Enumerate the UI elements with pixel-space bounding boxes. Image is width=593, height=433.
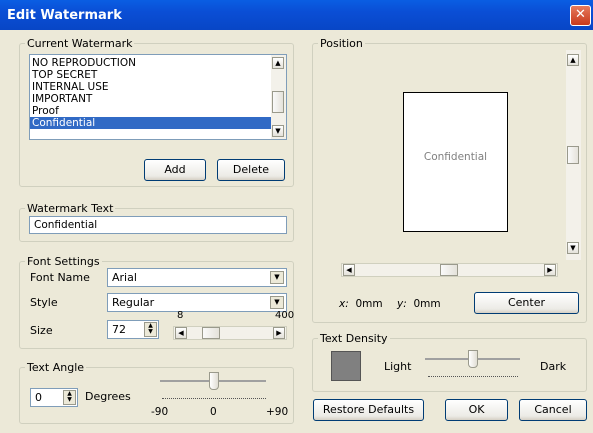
delete-button[interactable]: Delete bbox=[217, 159, 285, 181]
size-scrollbar[interactable]: ◀ ▶ bbox=[173, 326, 287, 340]
watermark-listbox[interactable]: NO REPRODUCTION TOP SECRET INTERNAL USE IMP… bbox=[29, 54, 287, 140]
horizontal-scroll-thumb[interactable] bbox=[440, 264, 458, 276]
y-value: 0mm bbox=[413, 298, 441, 310]
font-name-value: Arial bbox=[112, 271, 137, 284]
style-label: Style bbox=[30, 296, 58, 309]
watermark-text-label: Watermark Text bbox=[25, 202, 116, 215]
list-item[interactable]: TOP SECRET bbox=[30, 69, 272, 81]
vertical-scroll-thumb[interactable] bbox=[567, 146, 579, 164]
restore-defaults-label: Restore Defaults bbox=[322, 403, 415, 416]
ok-button[interactable]: OK bbox=[445, 399, 508, 421]
density-swatch bbox=[331, 351, 361, 381]
scroll-up-icon[interactable]: ▲ bbox=[567, 54, 579, 66]
text-angle-label: Text Angle bbox=[25, 361, 87, 374]
current-watermark-label: Current Watermark bbox=[25, 37, 135, 50]
title-bar: Edit Watermark bbox=[0, 0, 593, 30]
restore-defaults-button[interactable]: Restore Defaults bbox=[313, 399, 424, 421]
style-value: Regular bbox=[112, 296, 155, 309]
density-slider-ticks bbox=[428, 374, 518, 377]
list-item[interactable]: Proof bbox=[30, 105, 272, 117]
ok-button-label: OK bbox=[468, 403, 485, 416]
size-spinner[interactable]: ▲ ▼ bbox=[144, 322, 157, 337]
add-button[interactable]: Add bbox=[144, 159, 206, 181]
angle-spinner[interactable]: ▲ ▼ bbox=[63, 390, 76, 405]
scroll-thumb[interactable] bbox=[272, 91, 284, 113]
angle-scale-max: +90 bbox=[266, 406, 289, 418]
close-button[interactable]: ✕ bbox=[570, 5, 591, 26]
angle-scale-min: -90 bbox=[151, 406, 169, 418]
scroll-down-icon[interactable]: ▼ bbox=[567, 242, 579, 254]
cancel-button[interactable]: Cancel bbox=[519, 399, 587, 421]
position-vertical-scrollbar[interactable]: ▲ ▼ bbox=[566, 50, 581, 260]
cancel-button-label: Cancel bbox=[534, 403, 572, 416]
size-max-label: 400 bbox=[275, 310, 295, 321]
size-value: 72 bbox=[112, 323, 126, 336]
style-dropdown[interactable]: Regular ▼ bbox=[107, 293, 287, 312]
density-slider-thumb[interactable] bbox=[468, 350, 478, 368]
list-item[interactable]: IMPORTANT bbox=[30, 93, 272, 105]
chevron-down-icon[interactable]: ▼ bbox=[270, 296, 284, 309]
close-icon: ✕ bbox=[575, 7, 586, 22]
font-settings-label: Font Settings bbox=[25, 255, 102, 268]
degrees-label: Degrees bbox=[85, 390, 131, 403]
text-density-label: Text Density bbox=[318, 332, 390, 345]
x-value: 0mm bbox=[355, 298, 383, 310]
angle-scale-mid: 0 bbox=[210, 406, 217, 418]
x-position-readout: x: 0mm bbox=[339, 298, 383, 310]
scroll-right-icon[interactable]: ▶ bbox=[273, 327, 285, 339]
angle-value: 0 bbox=[35, 391, 42, 404]
size-label: Size bbox=[30, 324, 53, 337]
size-input[interactable]: 72 ▲ ▼ bbox=[107, 320, 159, 339]
list-item[interactable]: INTERNAL USE bbox=[30, 81, 272, 93]
window-title: Edit Watermark bbox=[7, 8, 122, 23]
watermark-text-input[interactable]: Confidential bbox=[29, 216, 287, 234]
scroll-up-icon[interactable]: ▲ bbox=[272, 57, 284, 69]
chevron-down-icon[interactable]: ▼ bbox=[270, 271, 284, 284]
list-item[interactable]: NO REPRODUCTION bbox=[30, 57, 272, 69]
font-name-label: Font Name bbox=[30, 271, 90, 284]
x-label: x: bbox=[339, 298, 349, 310]
scroll-right-icon[interactable]: ▶ bbox=[544, 264, 556, 276]
density-dark-label: Dark bbox=[540, 360, 567, 373]
center-button-label: Center bbox=[507, 296, 546, 309]
density-light-label: Light bbox=[384, 360, 412, 373]
angle-input[interactable]: 0 ▲ ▼ bbox=[30, 388, 78, 407]
y-label: y: bbox=[397, 298, 407, 310]
list-item[interactable]: Confidential bbox=[30, 117, 272, 129]
size-min-label: 8 bbox=[177, 310, 184, 321]
center-button[interactable]: Center bbox=[474, 292, 579, 314]
position-label: Position bbox=[318, 37, 365, 50]
add-button-label: Add bbox=[164, 163, 186, 176]
y-position-readout: y: 0mm bbox=[397, 298, 441, 310]
scroll-left-icon[interactable]: ◀ bbox=[175, 327, 187, 339]
position-horizontal-scrollbar[interactable]: ◀ ▶ bbox=[341, 263, 558, 277]
font-name-dropdown[interactable]: Arial ▼ bbox=[107, 268, 287, 287]
scroll-down-icon[interactable]: ▼ bbox=[272, 125, 284, 137]
listbox-scrollbar[interactable]: ▲ ▼ bbox=[271, 55, 286, 139]
scroll-left-icon[interactable]: ◀ bbox=[343, 264, 355, 276]
delete-button-label: Delete bbox=[232, 163, 270, 176]
angle-slider-thumb[interactable] bbox=[209, 372, 219, 390]
angle-slider-ticks bbox=[162, 396, 266, 399]
page-preview: Confidential bbox=[403, 92, 508, 232]
size-scroll-thumb[interactable] bbox=[202, 327, 220, 339]
preview-watermark-text: Confidential bbox=[423, 151, 488, 163]
